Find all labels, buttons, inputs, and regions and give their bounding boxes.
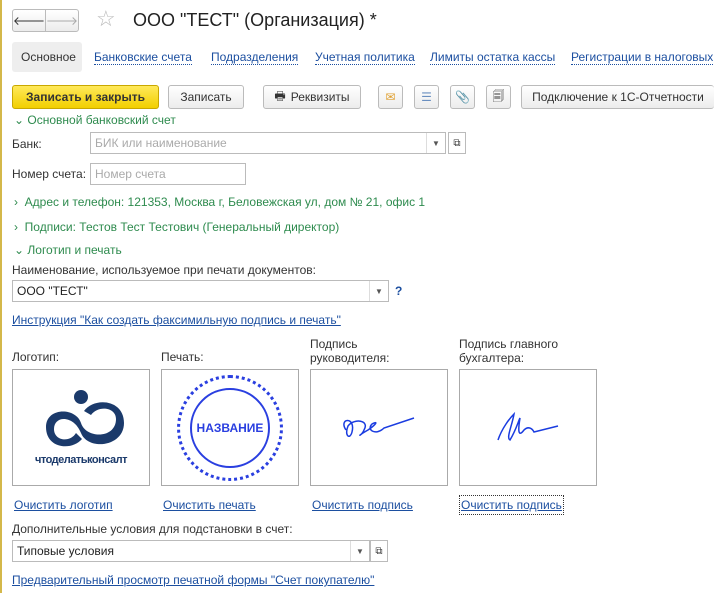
print-name-input[interactable]: ООО "ТЕСТ" ▼	[12, 280, 389, 302]
printer-icon: 🖶	[274, 88, 286, 103]
dropdown-icon[interactable]: ▼	[350, 541, 369, 561]
clear-accountant-signature-link[interactable]: Очистить подпись	[459, 495, 564, 515]
details-label: Реквизиты	[290, 90, 350, 104]
forward-button[interactable]: 🡒	[45, 9, 79, 32]
signature-icon	[343, 416, 415, 437]
address-group[interactable]: › Адрес и телефон: 121353, Москва г, Бел…	[14, 195, 425, 209]
stamp-outer-circle: НАЗВАНИЕ	[177, 374, 283, 481]
signature-icon	[497, 411, 559, 441]
bank-group-header[interactable]: ⌄ Основной банковский счет	[14, 113, 176, 127]
tab-tax-registrations[interactable]: Регистрации в налоговых	[571, 50, 714, 65]
bank-label: Банк:	[12, 137, 42, 151]
account-input[interactable]: Номер счета	[90, 163, 246, 185]
bank-placeholder: БИК или наименование	[95, 136, 227, 150]
logo-mark-icon	[46, 390, 124, 447]
tab-bank-accounts[interactable]: Банковские счета	[94, 50, 192, 65]
logo-label: Логотип:	[12, 350, 60, 364]
signatures-text: Подписи: Тестов Тест Тестович (Генеральн…	[24, 220, 340, 234]
open-icon[interactable]: ⧉	[370, 540, 388, 562]
connect-reporting-button[interactable]: Подключение к 1С-Отчетности	[521, 85, 714, 109]
preview-link[interactable]: Предварительный просмотр печатной формы …	[12, 573, 374, 587]
stamp-label: Печать:	[161, 350, 204, 364]
help-link[interactable]: ?	[395, 284, 402, 298]
tab-accounting-policy[interactable]: Учетная политика	[315, 50, 415, 65]
logo-text: чтоделатьконсалт	[34, 454, 128, 466]
clear-logo-link[interactable]: Очистить логотип	[14, 498, 113, 512]
print-name-value: ООО "ТЕСТ"	[17, 284, 88, 298]
stamp-image[interactable]: НАЗВАНИЕ	[161, 369, 299, 486]
director-signature-image[interactable]	[310, 369, 448, 486]
address-text: Адрес и телефон: 121353, Москва г, Белов…	[24, 195, 426, 209]
print-name-label: Наименование, используемое при печати до…	[12, 263, 316, 277]
tab-departments[interactable]: Подразделения	[211, 50, 299, 65]
logo-image[interactable]: чтоделатьконсалт	[12, 369, 150, 486]
attachment-icon[interactable]: 📎	[450, 85, 475, 109]
logo-group-title: Логотип и печать	[27, 243, 122, 257]
back-button[interactable]: 🡐	[12, 9, 46, 32]
clear-stamp-link[interactable]: Очистить печать	[163, 498, 256, 512]
conditions-input[interactable]: Типовые условия ▼	[12, 540, 370, 562]
tab-cash-limits[interactable]: Лимиты остатка кассы	[430, 50, 556, 65]
save-button[interactable]: Записать	[168, 85, 244, 109]
open-icon[interactable]: ⧉	[448, 132, 466, 154]
stamp-text: НАЗВАНИЕ	[190, 387, 270, 468]
documents-icon[interactable]: 🗐	[486, 85, 511, 109]
bank-group-title: Основной банковский счет	[27, 113, 176, 127]
details-button[interactable]: 🖶 Реквизиты	[263, 85, 361, 109]
bank-input[interactable]: БИК или наименование ▼	[90, 132, 446, 154]
tab-main[interactable]: Основное	[21, 50, 76, 64]
director-signature-label: Подпись руководителя:	[310, 337, 390, 365]
favorite-star-icon[interactable]: ☆	[96, 6, 116, 32]
account-placeholder: Номер счета	[95, 167, 166, 181]
logo-group-header[interactable]: ⌄ Логотип и печать	[14, 243, 122, 257]
conditions-value: Типовые условия	[17, 544, 114, 558]
account-label: Номер счета:	[12, 167, 87, 181]
dropdown-icon[interactable]: ▼	[369, 281, 388, 301]
accountant-signature-image[interactable]	[459, 369, 597, 486]
signatures-group[interactable]: › Подписи: Тестов Тест Тестович (Генерал…	[14, 220, 339, 234]
save-close-button[interactable]: Записать и закрыть	[12, 85, 159, 109]
instruction-link[interactable]: Инструкция "Как создать факсимильную под…	[12, 313, 341, 327]
dropdown-icon[interactable]: ▼	[426, 133, 445, 153]
list-icon[interactable]: ☰	[414, 85, 439, 109]
page-title: ООО "ТЕСТ" (Организация) *	[133, 10, 377, 30]
email-icon[interactable]: ✉	[378, 85, 403, 109]
clear-director-signature-link[interactable]: Очистить подпись	[312, 498, 413, 512]
accountant-signature-label: Подпись главного бухгалтера:	[459, 337, 559, 365]
conditions-label: Дополнительные условия для подстановки в…	[12, 522, 293, 536]
window-edge	[0, 0, 2, 593]
